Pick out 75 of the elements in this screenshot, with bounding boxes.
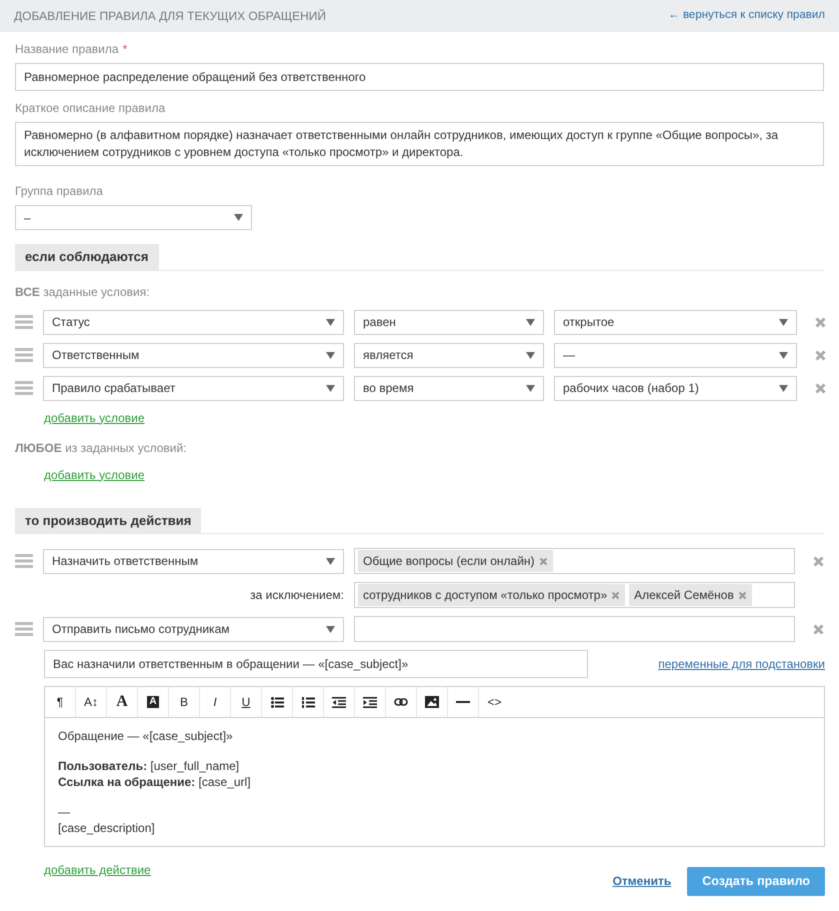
tag: Алексей Семёнов bbox=[629, 584, 752, 606]
remove-icon[interactable] bbox=[738, 590, 747, 600]
caret-icon bbox=[779, 384, 788, 392]
dropdown[interactable]: является bbox=[354, 342, 544, 368]
caret-icon bbox=[526, 318, 535, 326]
dropdown[interactable]: – bbox=[15, 205, 252, 230]
caret-icon bbox=[526, 352, 535, 358]
field-label: Группа правила bbox=[15, 183, 103, 200]
field-label: за исключением: bbox=[250, 588, 344, 602]
remove-icon[interactable] bbox=[815, 316, 826, 328]
text-area[interactable]: Равномерно (в алфавитном порядке) назначает ответственными онлайн сотрудников, имеющих доступ к группе «Общие вопросы», за исключением сотрудников с уровнем доступа «только просмотр» и директора. bbox=[15, 122, 824, 166]
input-field[interactable]: Равномерное распределение обращений без ответственного bbox=[15, 63, 824, 91]
group-label: ВСЕ заданные условия: bbox=[15, 284, 151, 300]
editor-text: Пользователь: [user_full_name] bbox=[58, 759, 240, 773]
outdent-icon bbox=[332, 696, 346, 708]
dropdown[interactable]: Назначить ответственным bbox=[43, 548, 344, 574]
editor-text: Обращение — «[case_subject]» bbox=[58, 729, 233, 743]
caret-icon bbox=[326, 318, 335, 326]
caret-icon bbox=[326, 558, 335, 564]
caret-icon bbox=[526, 384, 535, 392]
remove-icon[interactable] bbox=[813, 556, 824, 566]
required-mark: * bbox=[122, 41, 128, 58]
editor-body[interactable]: Обращение — «[case_subject]» Пользователь: [user_full_name] Ссылка на обращение: [case_url] — [case_description] bbox=[44, 718, 825, 847]
cancel-link[interactable]: Отменить bbox=[612, 872, 672, 890]
dropdown[interactable]: Ответственным bbox=[43, 342, 344, 368]
remove-icon[interactable] bbox=[815, 350, 826, 360]
drag-handle-icon[interactable] bbox=[15, 622, 33, 636]
dropdown[interactable]: Статус bbox=[43, 310, 344, 334]
field-label: Краткое описание правила bbox=[15, 100, 166, 117]
add-link[interactable]: добавить действие bbox=[44, 861, 151, 879]
tag: Общие вопросы (если онлайн) bbox=[358, 550, 553, 572]
back-link[interactable]: ← вернуться к списку правил bbox=[668, 7, 825, 25]
add-link[interactable]: добавить условие bbox=[44, 468, 145, 482]
drag-handle-icon[interactable] bbox=[15, 348, 33, 362]
numbered-list-icon bbox=[302, 696, 314, 708]
editor-text: — bbox=[58, 805, 70, 819]
tag-field[interactable] bbox=[354, 616, 795, 642]
dropdown[interactable]: — bbox=[554, 342, 797, 368]
dropdown[interactable]: открытое bbox=[554, 310, 797, 334]
group-label: ЛЮБОЕ из заданных условий: bbox=[15, 440, 188, 456]
remove-icon[interactable] bbox=[538, 556, 548, 566]
caret-icon bbox=[779, 318, 788, 326]
horizontal-rule-icon bbox=[456, 701, 470, 703]
caret-icon bbox=[234, 214, 243, 221]
add-link[interactable]: добавить условие bbox=[44, 410, 145, 424]
dropdown[interactable]: Отправить письмо сотрудникам bbox=[43, 616, 344, 642]
editor-text: Ссылка на обращение: [case_url] bbox=[58, 775, 251, 789]
caret-icon bbox=[326, 384, 335, 392]
drag-handle-icon[interactable] bbox=[15, 315, 33, 329]
dropdown[interactable]: во время bbox=[354, 376, 544, 400]
dropdown[interactable]: рабочих часов (набор 1) bbox=[554, 376, 797, 400]
input-field[interactable]: Вас назначили ответственным в обращении — «[case_subject]» bbox=[44, 650, 588, 678]
link-icon bbox=[394, 698, 408, 706]
drag-handle-icon[interactable] bbox=[15, 381, 33, 395]
dropdown[interactable]: Правило срабатывает bbox=[43, 376, 344, 400]
remove-icon[interactable] bbox=[611, 590, 620, 600]
caret-icon bbox=[779, 352, 788, 358]
caret-icon bbox=[326, 626, 335, 632]
tag: сотрудников с доступом «только просмотр» bbox=[358, 584, 626, 606]
variables-link[interactable]: переменные для подстановки bbox=[658, 655, 825, 673]
section-heading: то производить действия bbox=[15, 508, 202, 533]
section-heading: если соблюдаются bbox=[15, 244, 158, 270]
drag-handle-icon[interactable] bbox=[15, 554, 33, 568]
bullet-list-icon bbox=[270, 696, 284, 708]
dropdown[interactable]: равен bbox=[354, 310, 544, 334]
caret-icon bbox=[326, 352, 335, 358]
indent-icon bbox=[363, 696, 377, 708]
remove-icon[interactable] bbox=[815, 382, 826, 394]
tag-field[interactable]: сотрудников с доступом «только просмотр» Алексей Семёнов bbox=[354, 582, 795, 608]
field-label: Название правила bbox=[15, 41, 119, 58]
remove-icon[interactable] bbox=[813, 624, 824, 634]
editor-text: [case_description] bbox=[58, 821, 155, 835]
page-title: ДОБАВЛЕНИЕ ПРАВИЛА ДЛЯ ТЕКУЩИХ ОБРАЩЕНИЙ bbox=[14, 8, 326, 25]
image-icon bbox=[425, 696, 439, 708]
tag-field[interactable]: Общие вопросы (если онлайн) bbox=[354, 548, 795, 574]
